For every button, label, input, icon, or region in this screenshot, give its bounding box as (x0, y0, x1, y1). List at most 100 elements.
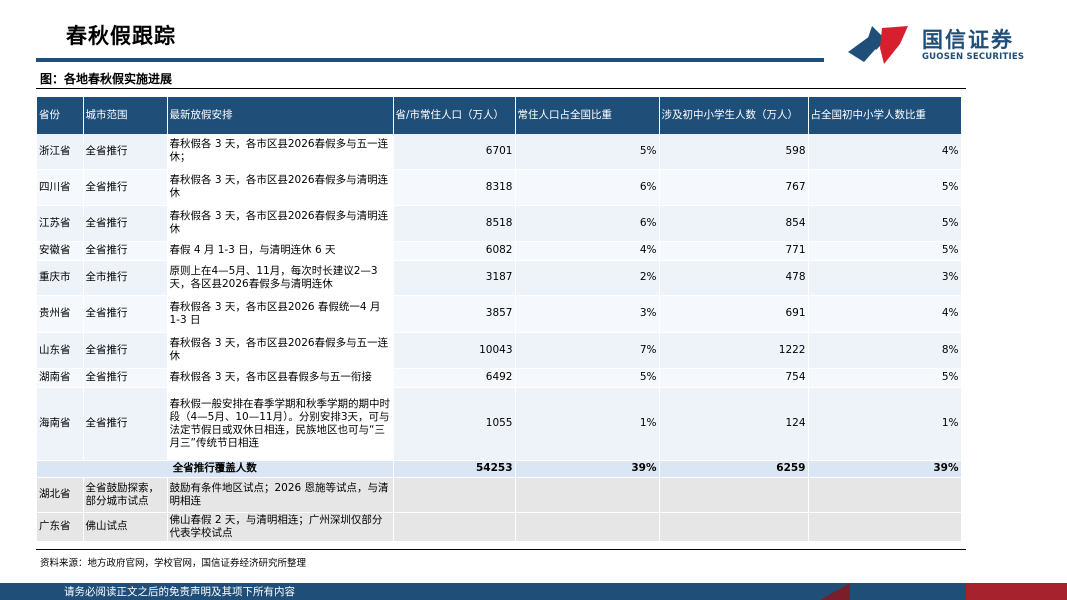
cell-scope: 全省推行 (83, 368, 168, 388)
cell-scope: 全省推行 (83, 387, 168, 461)
cell-population-share (515, 477, 660, 513)
cell-scope: 全省推行 (83, 169, 168, 206)
header-population-share: 常住人口占全国比重 (515, 97, 660, 134)
cell-arrangement: 春秋假各 3 天，各市区县2026春假多与清明连休 (167, 169, 394, 206)
cell-population: 10043 (393, 332, 516, 369)
table-row: 浙江省 全省推行 春秋假各 3 天，各市区县2026春假多与五一连休； 6701… (37, 134, 962, 170)
header-arrangement: 最新放假安排 (167, 97, 394, 134)
cell-students: 767 (659, 169, 809, 206)
header-student-share: 占全国初中小学人数比重 (808, 97, 962, 134)
cell-population-share: 4% (515, 241, 660, 261)
table-row: 海南省 全省推行 春秋假一般安排在春季学期和秋季学期的期中时段（4—5月、10—… (37, 387, 962, 461)
cell-population (393, 477, 516, 513)
cell-students (659, 477, 809, 513)
cell-scope: 全省推行 (83, 295, 168, 333)
page-title: 春秋假跟踪 (66, 24, 176, 48)
cell-student-share: 5% (808, 368, 962, 388)
source-note: 资料来源：地方政府官网，学校官网，国信证券经济研究所整理 (40, 558, 307, 569)
caption-rule (36, 88, 966, 89)
progress-table: 省份 城市范围 最新放假安排 省/市常住人口（万人） 常住人口占全国比重 涉及初… (37, 97, 962, 542)
cell-arrangement: 鼓励有条件地区试点；2026 恩施等试点，与清明相连 (167, 477, 394, 513)
header-city-scope: 城市范围 (83, 97, 168, 134)
cell-students: 478 (659, 260, 809, 296)
cell-population-share: 5% (515, 134, 660, 170)
cell-scope: 佛山试点 (83, 512, 168, 542)
cell-scope: 全省推行 (83, 134, 168, 170)
footer-accent-slant (820, 583, 850, 600)
cell-scope: 全省鼓励探索，部分城市试点 (83, 477, 168, 513)
cell-population-share: 6% (515, 205, 660, 242)
cell-students: 124 (659, 387, 809, 461)
logo-english-name: GUOSEN SECURITIES (922, 52, 1025, 62)
total-label: 全省推行覆盖人数 (37, 460, 394, 478)
cell-arrangement: 春假 4 月 1-3 日，与清明连休 6 天 (167, 241, 394, 261)
cell-students: 1222 (659, 332, 809, 369)
cell-population: 3857 (393, 295, 516, 333)
cell-students: 691 (659, 295, 809, 333)
cell-population: 6701 (393, 134, 516, 170)
cell-population-share: 5% (515, 368, 660, 388)
header-province: 省份 (37, 97, 84, 134)
cell-province: 四川省 (37, 169, 84, 206)
cell-population (393, 512, 516, 542)
cell-population-share: 7% (515, 332, 660, 369)
cell-population-share: 6% (515, 169, 660, 206)
table-row: 重庆市 全市推行 原则上在4—5月、11月，每次时长建议2—3天，各区县2026… (37, 260, 962, 296)
cell-students: 771 (659, 241, 809, 261)
table-row: 山东省 全省推行 春秋假各 3 天，各市区县2026春假多与五一连休 10043… (37, 332, 962, 369)
cell-student-share: 5% (808, 205, 962, 242)
cell-arrangement: 原则上在4—5月、11月，每次时长建议2—3天，各区县2026春假多与清明连休 (167, 260, 394, 296)
total-students: 6259 (659, 460, 809, 478)
cell-population: 8518 (393, 205, 516, 242)
cell-arrangement: 春秋假各 3 天，各市区县春假多与五一衔接 (167, 368, 394, 388)
cell-arrangement: 春秋假各 3 天，各市区县2026春假多与五一连休； (167, 134, 394, 170)
cell-scope: 全省推行 (83, 205, 168, 242)
footer-red-block (966, 583, 1067, 600)
cell-province: 安徽省 (37, 241, 84, 261)
cell-population-share: 3% (515, 295, 660, 333)
footer-bar: 请务必阅读正文之后的免责声明及其项下所有内容 (0, 583, 1067, 600)
table-row: 湖南省 全省推行 春秋假各 3 天，各市区县春假多与五一衔接 6492 5% 7… (37, 368, 962, 388)
cell-student-share (808, 477, 962, 513)
table-bottom-rule (36, 549, 966, 550)
cell-students: 754 (659, 368, 809, 388)
trial-row: 湖北省 全省鼓励探索，部分城市试点 鼓励有条件地区试点；2026 恩施等试点，与… (37, 477, 962, 513)
cell-province: 重庆市 (37, 260, 84, 296)
cell-population: 6082 (393, 241, 516, 261)
cell-province: 湖北省 (37, 477, 84, 513)
total-population-share: 39% (515, 460, 660, 478)
company-logo: 国信证券 GUOSEN SECURITIES (846, 22, 1026, 68)
cell-province: 广东省 (37, 512, 84, 542)
cell-province: 贵州省 (37, 295, 84, 333)
cell-student-share (808, 512, 962, 542)
cell-student-share: 5% (808, 169, 962, 206)
total-row: 全省推行覆盖人数 54253 39% 6259 39% (37, 460, 962, 478)
cell-student-share: 4% (808, 295, 962, 333)
cell-province: 湖南省 (37, 368, 84, 388)
cell-scope: 全市推行 (83, 260, 168, 296)
cell-province: 山东省 (37, 332, 84, 369)
cell-students: 598 (659, 134, 809, 170)
guosen-logo-icon (848, 26, 908, 64)
table-row: 四川省 全省推行 春秋假各 3 天，各市区县2026春假多与清明连休 8318 … (37, 169, 962, 206)
total-student-share: 39% (808, 460, 962, 478)
table-header-row: 省份 城市范围 最新放假安排 省/市常住人口（万人） 常住人口占全国比重 涉及初… (37, 97, 962, 134)
cell-student-share: 3% (808, 260, 962, 296)
cell-student-share: 8% (808, 332, 962, 369)
cell-arrangement: 春秋假各 3 天，各市区县2026 春假统一4 月1-3 日 (167, 295, 394, 333)
cell-province: 江苏省 (37, 205, 84, 242)
header-students: 涉及初中小学生人数（万人） (659, 97, 809, 134)
table-row: 江苏省 全省推行 春秋假各 3 天，各市区县2026春假多与清明连休 8518 … (37, 205, 962, 242)
cell-arrangement: 春秋假一般安排在春季学期和秋季学期的期中时段（4—5月、10—11月）。分别安排… (167, 387, 394, 461)
cell-population-share: 2% (515, 260, 660, 296)
trial-row: 广东省 佛山试点 佛山春假 2 天，与清明相连；广州深圳仅部分代表学校试点 (37, 512, 962, 542)
figure-caption: 图：各地春秋假实施进展 (40, 72, 173, 86)
title-rule (36, 58, 824, 62)
cell-population: 3187 (393, 260, 516, 296)
cell-population: 8318 (393, 169, 516, 206)
cell-arrangement: 春秋假各 3 天，各市区县2026春假多与五一连休 (167, 332, 394, 369)
cell-arrangement: 佛山春假 2 天，与清明相连；广州深圳仅部分代表学校试点 (167, 512, 394, 542)
cell-scope: 全省推行 (83, 332, 168, 369)
cell-province: 海南省 (37, 387, 84, 461)
disclaimer-notice: 请务必阅读正文之后的免责声明及其项下所有内容 (64, 586, 295, 598)
